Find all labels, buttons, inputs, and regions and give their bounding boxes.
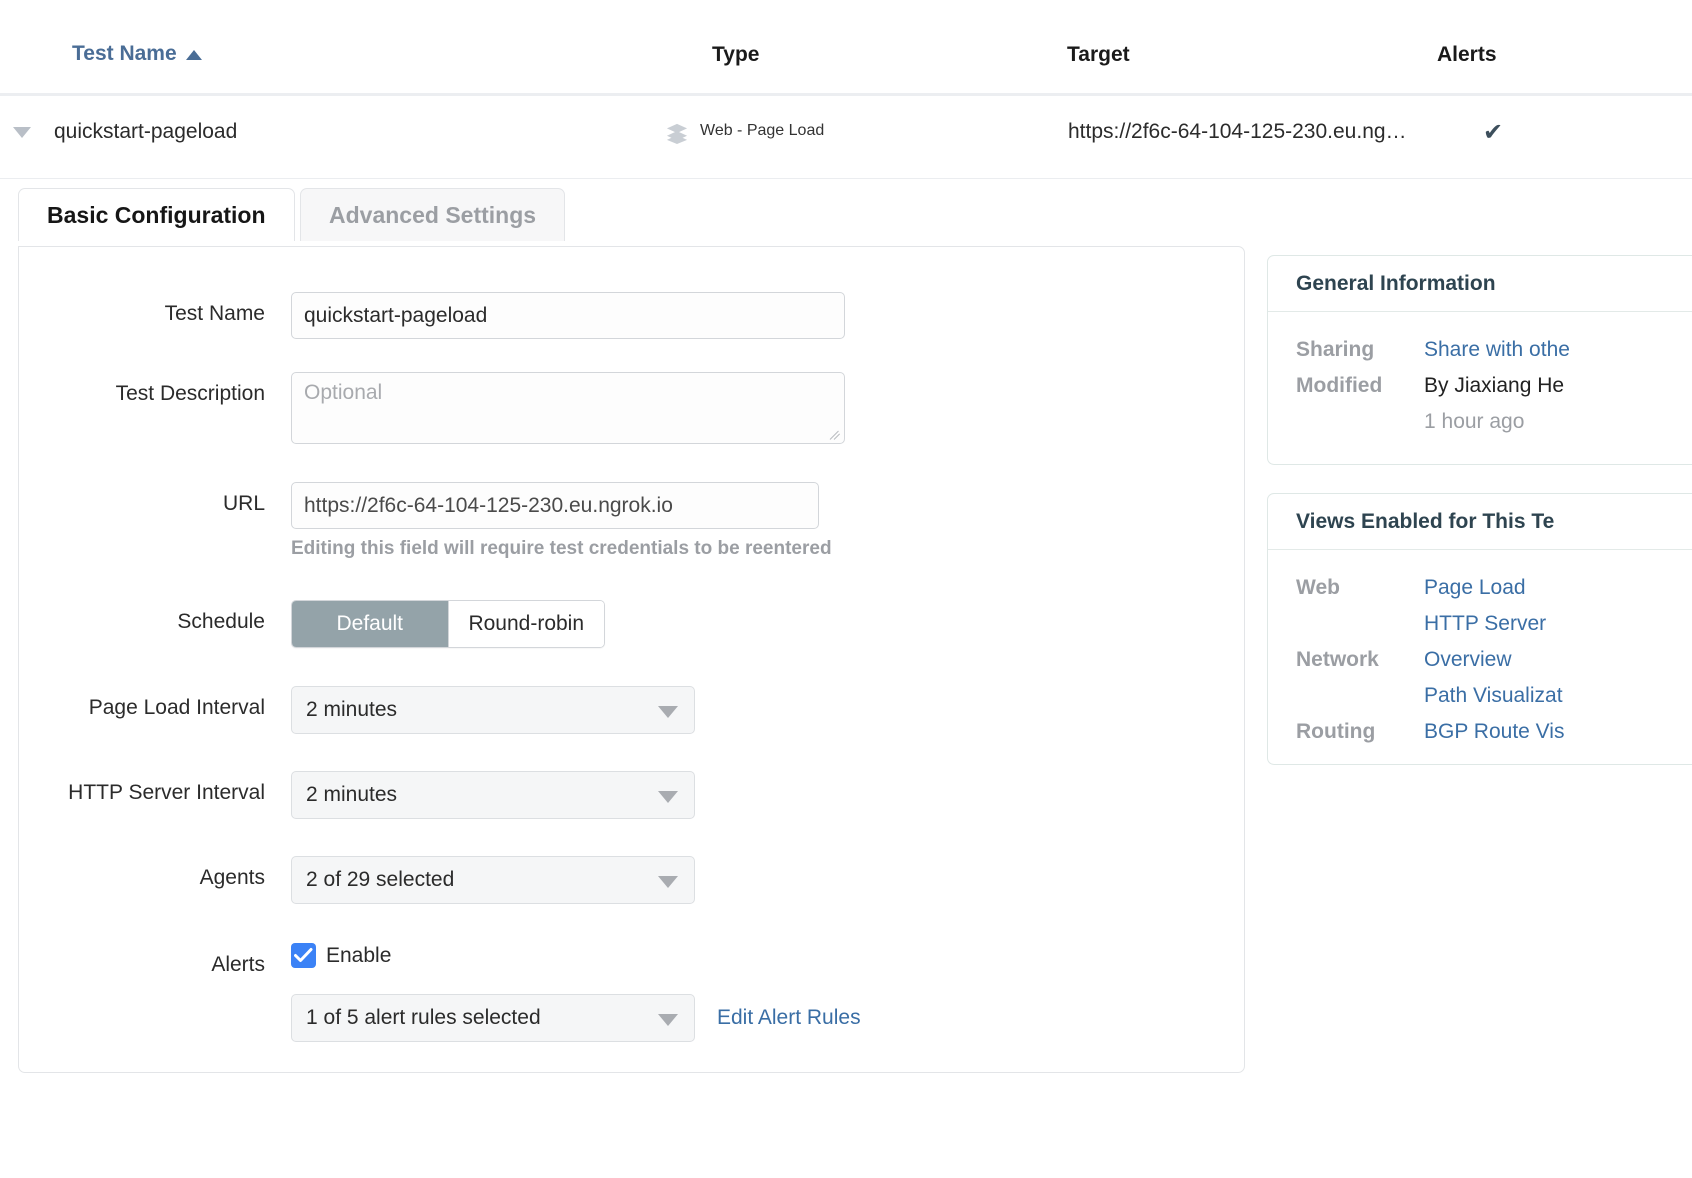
views-group-network-label: Network — [1296, 648, 1379, 671]
page-load-interval-select[interactable]: 2 minutes — [291, 686, 695, 734]
field-schedule: Schedule Default Round-robin — [19, 600, 605, 648]
tab-advanced-settings[interactable]: Advanced Settings — [300, 188, 566, 241]
checkmark-icon — [294, 948, 313, 962]
column-header-target[interactable]: Target — [1067, 43, 1130, 67]
view-link-overview[interactable]: Overview — [1424, 642, 1512, 678]
field-http-server-interval: HTTP Server Interval 2 minutes — [19, 771, 695, 819]
alerts-enable-checkbox[interactable] — [291, 943, 316, 968]
sharing-label: Sharing — [1296, 338, 1375, 361]
modified-label: Modified — [1296, 374, 1383, 397]
table-row[interactable]: quickstart-pageload Web - Page Load http… — [0, 96, 1692, 179]
test-name-cell[interactable]: quickstart-pageload — [54, 120, 237, 144]
views-group-routing: Routing BGP Route Vis — [1296, 714, 1692, 750]
field-page-load-interval: Page Load Interval 2 minutes — [19, 686, 695, 734]
views-enabled-card: Views Enabled for This Te Web Page Load … — [1267, 493, 1692, 765]
layers-icon — [666, 123, 688, 144]
field-url-label: URL — [222, 492, 265, 515]
views-group-routing-label: Routing — [1296, 720, 1376, 743]
field-agents: Agents 2 of 29 selected — [19, 856, 695, 904]
view-link-http-server[interactable]: HTTP Server — [1424, 612, 1546, 635]
alerts-enable-label: Enable — [326, 943, 392, 967]
field-page-load-interval-label: Page Load Interval — [88, 696, 265, 719]
config-tabs: Basic Configuration Advanced Settings — [0, 187, 1692, 241]
field-alerts-label: Alerts — [211, 953, 265, 976]
views-group-network-extra: Path Visualizat — [1296, 678, 1692, 714]
views-group-network: Network Overview — [1296, 642, 1692, 678]
schedule-segmented-control: Default Round-robin — [291, 600, 605, 648]
checkmark-icon: ✔ — [1483, 119, 1504, 146]
field-test-description-label: Test Description — [115, 382, 265, 405]
general-information-card: General Information Sharing Share with o… — [1267, 255, 1692, 465]
views-enabled-body: Web Page Load HTTP Server Network Overvi… — [1268, 550, 1692, 768]
alerts-enable-row: Enable — [291, 943, 861, 968]
alert-rules-select[interactable]: 1 of 5 alert rules selected — [291, 994, 695, 1042]
url-helper-text: Editing this field will require test cre… — [291, 538, 832, 559]
test-description-textarea[interactable] — [291, 372, 845, 444]
views-group-web-label: Web — [1296, 576, 1340, 599]
chevron-down-icon[interactable] — [658, 876, 678, 888]
tests-table-header: Test Name Type Target Alerts — [0, 0, 1692, 96]
column-header-type[interactable]: Type — [712, 43, 759, 67]
field-test-name-label: Test Name — [164, 302, 265, 325]
caret-down-icon[interactable] — [13, 127, 31, 138]
basic-configuration-panel: Test Name Test Description URL Editing t… — [18, 246, 1245, 1073]
http-server-interval-select[interactable]: 2 minutes — [291, 771, 695, 819]
general-information-title: General Information — [1268, 256, 1692, 312]
test-type-cell: Web - Page Load — [666, 120, 825, 144]
field-alerts: Alerts Enable 1 of 5 alert rules selecte… — [19, 943, 861, 1042]
modified-value: By Jiaxiang He — [1424, 374, 1565, 397]
column-header-test-name-label: Test Name — [72, 42, 177, 65]
field-schedule-label: Schedule — [177, 610, 265, 633]
agents-value: 2 of 29 selected — [306, 868, 455, 891]
field-test-description: Test Description — [19, 372, 845, 444]
test-target-cell: https://2f6c-64-104-125-230.eu.ng… — [1068, 120, 1407, 143]
field-agents-label: Agents — [199, 866, 265, 889]
http-server-interval-value: 2 minutes — [306, 783, 398, 806]
view-link-path-visualization[interactable]: Path Visualizat — [1424, 684, 1563, 707]
tab-basic-configuration[interactable]: Basic Configuration — [18, 188, 295, 241]
views-group-web: Web Page Load — [1296, 570, 1692, 606]
tab-advanced-settings-label: Advanced Settings — [329, 201, 537, 228]
modified-row: Modified By Jiaxiang He — [1296, 368, 1692, 404]
test-type-label: Web - Page Load — [700, 122, 825, 139]
views-enabled-title: Views Enabled for This Te — [1268, 494, 1692, 550]
alert-rules-value: 1 of 5 alert rules selected — [306, 1006, 541, 1029]
edit-alert-rules-link[interactable]: Edit Alert Rules — [717, 1006, 861, 1030]
alert-rules-row: 1 of 5 alert rules selected Edit Alert R… — [291, 994, 861, 1042]
test-name-input[interactable] — [291, 292, 845, 339]
agents-select[interactable]: 2 of 29 selected — [291, 856, 695, 904]
general-information-body: Sharing Share with othe Modified By Jiax… — [1268, 312, 1692, 458]
field-url: URL Editing this field will require test… — [19, 482, 832, 560]
field-http-server-interval-label: HTTP Server Interval — [68, 781, 265, 804]
tab-basic-configuration-label: Basic Configuration — [47, 201, 266, 228]
schedule-option-default[interactable]: Default — [292, 601, 448, 647]
share-with-others-link[interactable]: Share with othe — [1424, 332, 1570, 368]
sharing-row: Sharing Share with othe — [1296, 332, 1692, 368]
chevron-down-icon[interactable] — [658, 706, 678, 718]
sort-ascending-icon[interactable] — [185, 50, 202, 60]
view-link-page-load[interactable]: Page Load — [1424, 570, 1526, 606]
modified-time: 1 hour ago — [1424, 410, 1525, 433]
chevron-down-icon[interactable] — [658, 791, 678, 803]
schedule-option-round-robin[interactable]: Round-robin — [447, 601, 604, 647]
view-link-bgp-route-visualization[interactable]: BGP Route Vis — [1424, 714, 1564, 750]
url-input[interactable] — [291, 482, 819, 529]
views-group-web-extra: HTTP Server — [1296, 606, 1692, 642]
column-header-alerts[interactable]: Alerts — [1437, 43, 1497, 67]
page-load-interval-value: 2 minutes — [306, 698, 398, 721]
chevron-down-icon[interactable] — [658, 1014, 678, 1026]
field-test-name: Test Name — [19, 292, 845, 339]
column-header-test-name[interactable]: Test Name — [72, 42, 202, 66]
